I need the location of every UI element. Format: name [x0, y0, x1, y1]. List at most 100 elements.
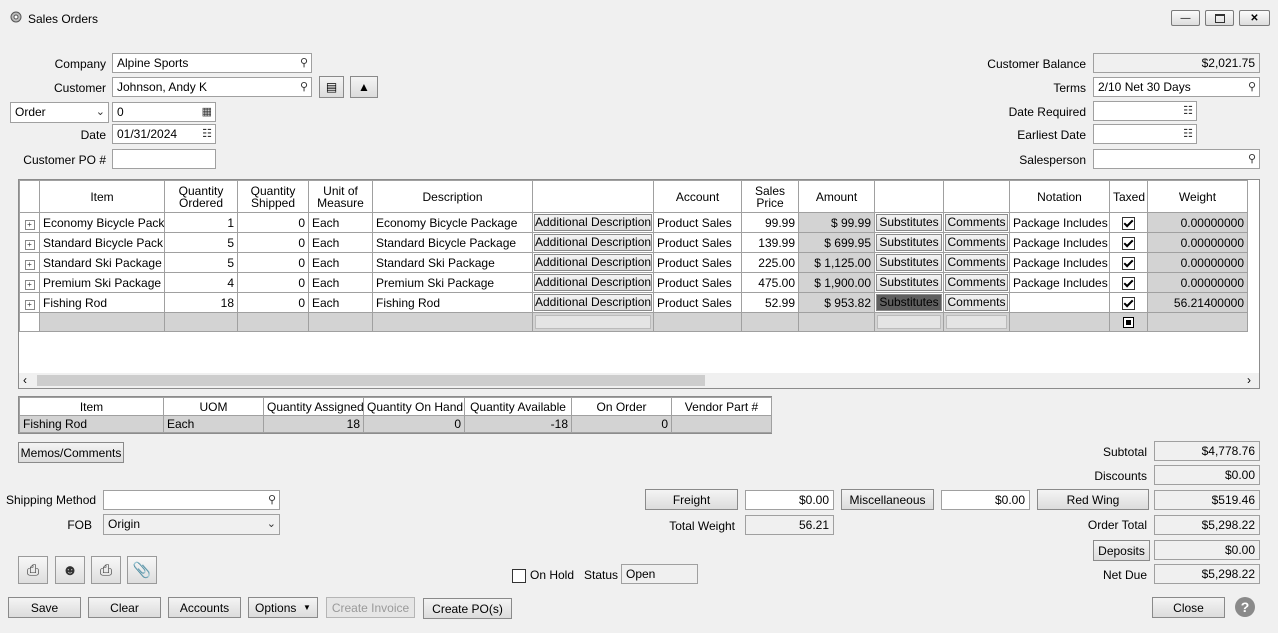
options-button[interactable]: Options ▼ — [248, 597, 318, 618]
cell-account[interactable]: Product Sales — [653, 252, 742, 273]
substitutes-button[interactable]: Substitutes — [876, 234, 942, 251]
miscellaneous-button[interactable]: Miscellaneous — [841, 489, 934, 510]
cell-notation[interactable]: Package Includes — [1009, 232, 1110, 253]
additional-description-button[interactable]: Additional Description — [534, 274, 652, 291]
new-row-cell[interactable] — [874, 312, 944, 332]
comments-button[interactable]: Comments — [945, 274, 1008, 291]
cell-account[interactable]: Product Sales — [653, 272, 742, 293]
fob-select[interactable]: Origin ⌄ — [103, 514, 280, 535]
calendar-icon[interactable]: ☷ — [202, 127, 212, 140]
clear-button[interactable]: Clear — [88, 597, 161, 618]
doc-number-field[interactable]: 0 ▦ — [112, 102, 216, 122]
cell-weight[interactable]: 0.00000000 — [1147, 232, 1248, 253]
new-row-taxed-indicator[interactable] — [1123, 317, 1134, 329]
cell-qty-ordered[interactable]: 1 — [164, 212, 238, 233]
cell-uom[interactable]: Each — [308, 292, 373, 313]
expand-icon[interactable]: + — [24, 239, 35, 250]
cell-weight[interactable]: 0.00000000 — [1147, 212, 1248, 233]
search-icon[interactable]: ⚲ — [1248, 80, 1256, 93]
cell-amount[interactable]: $ 99.99 — [798, 212, 875, 233]
taxed-checkbox[interactable] — [1122, 216, 1135, 230]
new-row-cell[interactable] — [1009, 312, 1110, 332]
taxed-checkbox[interactable] — [1122, 236, 1135, 250]
cell-qty-ordered[interactable]: 4 — [164, 272, 238, 293]
cell-qty-shipped[interactable]: 0 — [237, 272, 309, 293]
scroll-thumb[interactable] — [37, 375, 705, 386]
search-icon[interactable]: ⚲ — [300, 80, 308, 93]
search-icon[interactable]: ⚲ — [300, 56, 308, 69]
company-field[interactable]: Alpine Sports ⚲ — [112, 53, 312, 73]
new-row[interactable] — [19, 312, 1248, 332]
cell-sales-price[interactable]: 99.99 — [741, 212, 799, 233]
cell-notation[interactable]: Package Includes — [1009, 212, 1110, 233]
cell-notation[interactable]: Package Includes — [1009, 252, 1110, 273]
row-expander-cell[interactable]: + — [19, 272, 40, 293]
cell-qty-ordered[interactable]: 18 — [164, 292, 238, 313]
cell-uom[interactable]: Each — [308, 212, 373, 233]
search-icon[interactable]: ⚲ — [268, 493, 276, 506]
freight-field[interactable]: $0.00 — [745, 490, 834, 510]
earliest-date-field[interactable]: ☷ — [1093, 124, 1197, 144]
new-row-cell[interactable] — [308, 312, 373, 332]
cell-account[interactable]: Product Sales — [653, 292, 742, 313]
table-row[interactable]: + Standard Ski Package 5 0 Each Standard Ski … — [19, 252, 1248, 273]
delete-order-button[interactable]: ⎙ — [18, 556, 48, 584]
red-wing-button[interactable]: Red Wing — [1037, 489, 1149, 510]
cell-weight[interactable]: 0.00000000 — [1147, 272, 1248, 293]
cell-sales-price[interactable]: 475.00 — [741, 272, 799, 293]
new-row-input[interactable] — [946, 315, 1007, 329]
maximize-button[interactable] — [1205, 10, 1234, 26]
cell-amount[interactable]: $ 1,125.00 — [798, 252, 875, 273]
order-lines-grid[interactable]: Item Quantity Ordered Quantity Shipped U… — [18, 179, 1260, 389]
new-row-cell[interactable] — [164, 312, 238, 332]
new-row-cell[interactable] — [19, 312, 40, 332]
calendar-icon[interactable]: ☷ — [1183, 127, 1193, 140]
cell-account[interactable]: Product Sales — [653, 212, 742, 233]
expand-icon[interactable]: + — [24, 219, 35, 230]
substitutes-button[interactable]: Substitutes — [876, 254, 942, 271]
scroll-left-icon[interactable]: ‹ — [23, 373, 27, 387]
cell-notation[interactable] — [1009, 292, 1110, 313]
cell-account[interactable]: Product Sales — [653, 232, 742, 253]
expand-icon[interactable]: + — [24, 259, 35, 270]
cell-uom[interactable]: Each — [308, 232, 373, 253]
new-row-cell[interactable] — [1109, 312, 1148, 332]
cell-description[interactable]: Standard Ski Package — [372, 252, 533, 273]
additional-description-button[interactable]: Additional Description — [534, 234, 652, 251]
cell-notation[interactable]: Package Includes — [1009, 272, 1110, 293]
expand-icon[interactable]: + — [24, 279, 35, 290]
help-icon[interactable]: ? — [1235, 597, 1255, 617]
new-row-cell[interactable] — [1147, 312, 1248, 332]
new-row-cell[interactable] — [653, 312, 742, 332]
comments-button[interactable]: Comments — [945, 214, 1008, 231]
table-row[interactable]: + Fishing Rod 18 0 Each Fishing Rod Additional… — [19, 292, 1248, 313]
cell-item[interactable]: Fishing Rod — [39, 292, 165, 313]
new-row-cell[interactable] — [798, 312, 875, 332]
minimize-button[interactable]: — — [1171, 10, 1200, 26]
accounts-button[interactable]: Accounts — [168, 597, 241, 618]
cell-qty-ordered[interactable]: 5 — [164, 232, 238, 253]
row-expander-cell[interactable]: + — [19, 252, 40, 273]
customer-po-field[interactable] — [112, 149, 216, 169]
save-button[interactable]: Save — [8, 597, 81, 618]
table-row[interactable]: + Standard Bicycle Pack 5 0 Each Standard Bic… — [19, 232, 1248, 253]
table-row[interactable]: + Premium Ski Package 4 0 Each Premium Ski Pa… — [19, 272, 1248, 293]
customer-card-button[interactable]: ▤ — [319, 76, 344, 98]
cell-uom[interactable]: Each — [308, 272, 373, 293]
cell-amount[interactable]: $ 1,900.00 — [798, 272, 875, 293]
doc-type-select[interactable]: Order ⌄ — [10, 102, 109, 123]
cell-qty-ordered[interactable]: 5 — [164, 252, 238, 273]
miscellaneous-field[interactable]: $0.00 — [941, 490, 1030, 510]
taxed-checkbox[interactable] — [1122, 276, 1135, 290]
new-row-cell[interactable] — [237, 312, 309, 332]
cell-item[interactable]: Economy Bicycle Pack — [39, 212, 165, 233]
shipping-method-field[interactable]: ⚲ — [103, 490, 280, 510]
taxed-checkbox[interactable] — [1122, 296, 1135, 310]
cell-amount[interactable]: $ 699.95 — [798, 232, 875, 253]
inventory-detail-grid[interactable]: Item UOM Quantity Assigned Quantity On H… — [18, 396, 772, 434]
scroll-right-icon[interactable]: › — [1247, 373, 1251, 387]
close-button[interactable]: Close — [1152, 597, 1225, 618]
cell-qty-shipped[interactable]: 0 — [237, 232, 309, 253]
taxed-checkbox[interactable] — [1122, 256, 1135, 270]
row-expander-cell[interactable]: + — [19, 292, 40, 313]
